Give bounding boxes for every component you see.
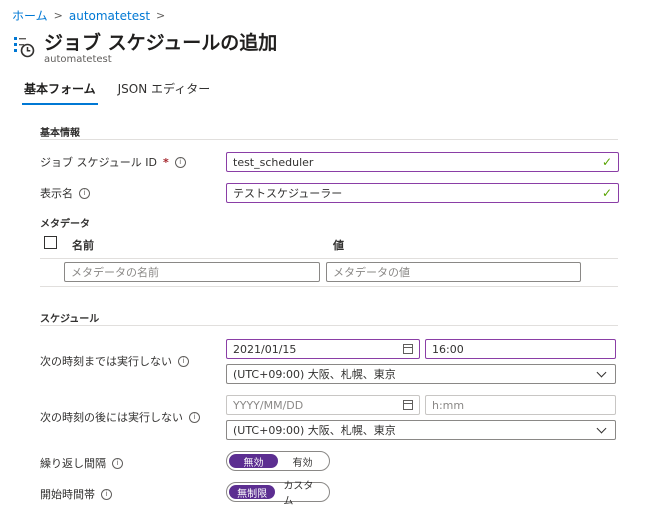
not-before-date-input[interactable]: 2021/01/15 (226, 339, 420, 359)
not-after-label-text: 次の時刻の後には実行しない (40, 411, 183, 424)
start-window-label: 開始時間帯 i (40, 486, 112, 502)
chevron-down-icon (596, 367, 607, 377)
breadcrumb-separator-icon: > (156, 9, 166, 22)
not-after-timezone-value: (UTC+09:00) 大阪、札幌、東京 (233, 424, 396, 437)
breadcrumb: ホーム > automatetest > (12, 7, 165, 24)
info-icon[interactable]: i (174, 156, 186, 168)
info-icon[interactable]: i (101, 488, 112, 500)
not-after-timezone-dropdown[interactable]: (UTC+09:00) 大阪、札幌、東京 (226, 420, 616, 440)
not-before-timezone-dropdown[interactable]: (UTC+09:00) 大阪、札幌、東京 (226, 364, 616, 384)
not-after-time-input[interactable]: h:mm (425, 395, 616, 415)
display-name-input[interactable]: テストスケジューラー ✓ (226, 183, 619, 203)
start-window-option-unlimited[interactable]: 無制限 (229, 485, 276, 500)
not-before-time-input[interactable]: 16:00 (425, 339, 616, 359)
display-name-label: 表示名 i (40, 185, 90, 201)
recurrence-label: 繰り返し間隔 i (40, 455, 123, 471)
section-metadata: メタデータ (40, 219, 90, 230)
start-window-option-custom[interactable]: カスタム (275, 481, 327, 507)
recurrence-option-on[interactable]: 有効 (278, 454, 327, 469)
divider (40, 258, 618, 259)
metadata-column-name: 名前 (72, 239, 94, 252)
breadcrumb-account-link[interactable]: automatetest (69, 9, 150, 23)
metadata-column-value: 値 (333, 239, 344, 252)
divider (40, 139, 618, 140)
divider (40, 286, 618, 287)
calendar-icon[interactable] (403, 400, 413, 410)
breadcrumb-separator-icon: > (53, 9, 63, 22)
tab-bar: 基本フォーム JSON エディター (22, 80, 212, 105)
breadcrumb-home-link[interactable]: ホーム (12, 7, 48, 24)
info-icon[interactable]: i (112, 457, 123, 469)
metadata-value-input[interactable]: メタデータの値 (326, 262, 581, 282)
valid-check-icon: ✓ (601, 155, 612, 169)
info-icon[interactable]: i (178, 355, 189, 367)
not-before-date-value: 2021/01/15 (233, 342, 297, 356)
display-name-label-text: 表示名 (40, 187, 73, 200)
page-subtitle: automatetest (44, 54, 112, 65)
not-after-date-input[interactable]: YYYY/MM/DD (226, 395, 420, 415)
metadata-select-all-checkbox[interactable] (44, 236, 57, 249)
valid-check-icon: ✓ (601, 186, 612, 200)
section-basic: 基本情報 (40, 128, 80, 139)
job-schedule-id-label-text: ジョブ スケジュール ID (40, 156, 157, 169)
not-before-label: 次の時刻までは実行しない i (40, 353, 189, 369)
tab-json-editor[interactable]: JSON エディター (116, 80, 213, 105)
not-after-date-placeholder: YYYY/MM/DD (233, 398, 304, 412)
not-before-timezone-value: (UTC+09:00) 大阪、札幌、東京 (233, 368, 396, 381)
start-window-toggle[interactable]: 無制限 カスタム (226, 481, 330, 507)
chevron-down-icon (596, 423, 607, 433)
not-after-label: 次の時刻の後には実行しない i (40, 409, 200, 425)
metadata-name-placeholder: メタデータの名前 (71, 266, 159, 279)
job-schedule-id-input[interactable]: test_scheduler ✓ (226, 152, 619, 172)
start-window-label-text: 開始時間帯 (40, 488, 95, 501)
not-before-label-text: 次の時刻までは実行しない (40, 355, 172, 368)
job-schedule-id-label: ジョブ スケジュール ID * i (40, 154, 186, 170)
not-before-time-value: 16:00 (432, 342, 464, 356)
divider (40, 325, 618, 326)
required-asterisk: * (162, 155, 169, 169)
info-icon[interactable]: i (189, 411, 200, 423)
tab-basic-form[interactable]: 基本フォーム (22, 80, 98, 105)
info-icon[interactable]: i (79, 187, 90, 199)
recurrence-option-off[interactable]: 無効 (229, 454, 278, 469)
metadata-value-placeholder: メタデータの値 (333, 266, 410, 279)
section-schedule: スケジュール (40, 314, 100, 325)
metadata-name-input[interactable]: メタデータの名前 (64, 262, 320, 282)
recurrence-toggle[interactable]: 無効 有効 (226, 451, 330, 471)
job-schedule-id-value: test_scheduler (233, 155, 314, 169)
display-name-value: テストスケジューラー (233, 187, 343, 200)
page-title: ジョブ スケジュールの追加 (44, 32, 278, 54)
calendar-icon[interactable] (403, 344, 413, 354)
not-after-time-placeholder: h:mm (432, 398, 465, 412)
recurrence-label-text: 繰り返し間隔 (40, 457, 106, 470)
schedule-clock-icon (14, 37, 35, 58)
